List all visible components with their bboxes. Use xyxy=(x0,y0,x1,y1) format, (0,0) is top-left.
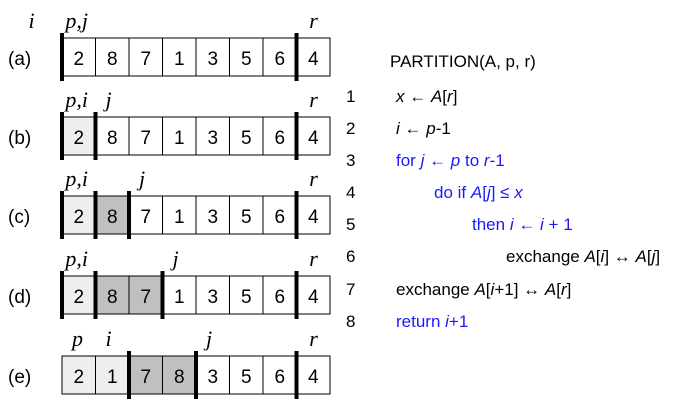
cell-value: 3 xyxy=(207,367,218,388)
code-line-5: then i ← i + 1 xyxy=(472,215,573,234)
cell-value: 8 xyxy=(107,128,118,149)
index-marker: j xyxy=(103,87,112,112)
array-rows: (a) 2 8 7 1 3 5 6 4 i p,j r (b) 2 8 7 1 3 5 6 4 p,i j r (c) 2 8 7 1 3… xyxy=(8,8,331,399)
row-label: (a) xyxy=(8,49,31,70)
index-marker: r xyxy=(309,166,318,191)
cell-value: 7 xyxy=(140,128,151,149)
line-number-8: 8 xyxy=(346,312,356,331)
cell-value: 2 xyxy=(73,207,84,228)
cell-value: 8 xyxy=(107,207,118,228)
cell-value: 8 xyxy=(174,367,185,388)
cell-value: 1 xyxy=(174,49,185,70)
cell-value: 7 xyxy=(140,367,151,388)
cell-value: 6 xyxy=(274,49,285,70)
cell-value: 3 xyxy=(207,287,218,308)
row-label: (e) xyxy=(8,367,31,388)
index-marker: p xyxy=(70,326,83,351)
cell-value: 5 xyxy=(241,128,252,149)
cell-value: 6 xyxy=(274,207,285,228)
code-line-2: i ← p-1 xyxy=(396,119,451,138)
cell-value: 4 xyxy=(308,49,319,70)
cell-value: 3 xyxy=(207,49,218,70)
cell-value: 2 xyxy=(73,128,84,149)
index-marker: r xyxy=(309,246,318,271)
index-marker: r xyxy=(309,87,318,112)
line-number-3: 3 xyxy=(346,151,356,170)
cell-value: 6 xyxy=(274,367,285,388)
cell-value: 1 xyxy=(174,287,185,308)
index-marker: j xyxy=(136,166,145,191)
cell-value: 5 xyxy=(241,367,252,388)
cell-value: 7 xyxy=(140,49,151,70)
cell-value: 3 xyxy=(207,207,218,228)
code-line-4: do if A[j] ≤ x xyxy=(434,183,523,202)
index-marker: p,i xyxy=(63,246,88,271)
code-title: PARTITION(A, p, r) xyxy=(390,52,536,71)
line-number-5: 5 xyxy=(346,215,356,234)
cell-value: 1 xyxy=(107,367,118,388)
cell-value: 3 xyxy=(207,128,218,149)
index-marker: j xyxy=(170,246,179,271)
cell-value: 8 xyxy=(107,287,118,308)
partition-diagram: (a) 2 8 7 1 3 5 6 4 i p,j r (b) 2 8 7 1 3 5 6 4 p,i j r (c) 2 8 7 1 3… xyxy=(8,8,331,399)
cell-value: 2 xyxy=(73,367,84,388)
index-marker: p,j xyxy=(63,8,88,33)
cell-value: 4 xyxy=(308,207,319,228)
cell-value: 4 xyxy=(308,287,319,308)
cell-value: 5 xyxy=(241,49,252,70)
index-marker: p,i xyxy=(63,166,88,191)
cell-value: 4 xyxy=(308,367,319,388)
cell-value: 5 xyxy=(241,287,252,308)
cell-value: 5 xyxy=(241,207,252,228)
code-line-7: exchange A[i+1] ↔ A[r] xyxy=(396,280,572,299)
line-number-4: 4 xyxy=(346,183,356,202)
cell-value: 4 xyxy=(308,128,319,149)
index-marker: j xyxy=(203,326,212,351)
line-number-2: 2 xyxy=(346,119,356,138)
code-line-6: exchange A[i] ↔ A[j] xyxy=(506,247,661,266)
cell-value: 6 xyxy=(274,287,285,308)
cell-value: 7 xyxy=(140,287,151,308)
code-line-1: x ← A[r] xyxy=(396,87,458,106)
cell-value: 2 xyxy=(73,49,84,70)
row-label: (c) xyxy=(8,207,30,228)
line-number-1: 1 xyxy=(346,87,356,106)
line-number-6: 6 xyxy=(346,247,356,266)
cell-value: 7 xyxy=(140,207,151,228)
code-line-3: for j ← p to r-1 xyxy=(396,151,505,170)
row-label: (b) xyxy=(8,128,31,149)
code-line-8: return i+1 xyxy=(396,312,469,331)
index-marker: i xyxy=(106,326,112,351)
index-marker: i xyxy=(29,8,35,33)
cell-value: 6 xyxy=(274,128,285,149)
cell-value: 1 xyxy=(174,128,185,149)
cell-value: 1 xyxy=(174,207,185,228)
index-marker: r xyxy=(309,326,318,351)
line-number-7: 7 xyxy=(346,280,356,299)
index-marker: r xyxy=(309,8,318,33)
cell-value: 8 xyxy=(107,49,118,70)
cell-value: 2 xyxy=(73,287,84,308)
index-marker: p,i xyxy=(63,87,88,112)
row-label: (d) xyxy=(8,287,31,308)
